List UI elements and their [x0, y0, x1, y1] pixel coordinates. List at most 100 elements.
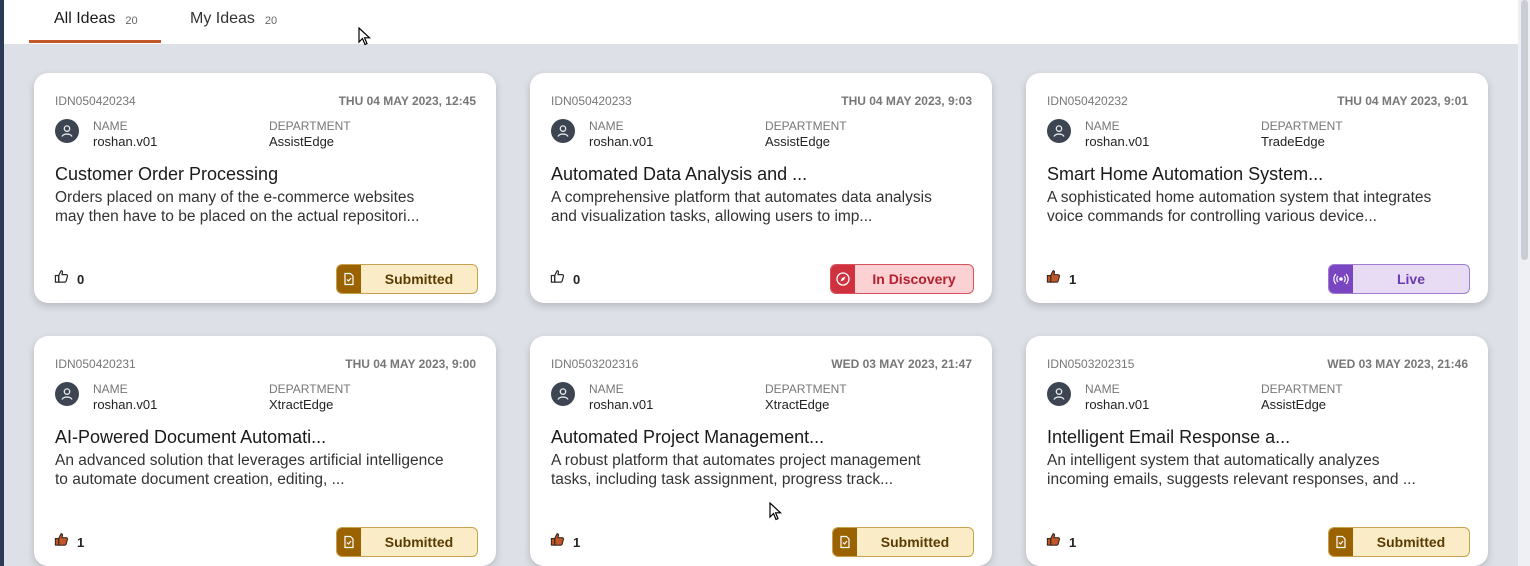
department-label: DEPARTMENT	[765, 119, 847, 133]
user-avatar-icon	[551, 382, 575, 406]
idea-id: IDN0503202316	[551, 357, 639, 371]
status-badge[interactable]: Submitted	[1328, 527, 1470, 557]
name-value: roshan.v01	[1085, 134, 1150, 149]
name-label: NAME	[93, 119, 128, 133]
status-label: Submitted	[384, 271, 454, 287]
description-line: An intelligent system that automatically…	[1047, 452, 1380, 469]
idea-id: IDN050420231	[55, 357, 136, 371]
name-label: NAME	[1085, 119, 1120, 133]
status-icon	[1329, 265, 1353, 293]
idea-title: Automated Project Management...	[551, 427, 825, 447]
idea-id: IDN0503202315	[1047, 357, 1135, 371]
idea-card[interactable]: IDN0503202315 WED 03 MAY 2023, 21:46 NAM…	[1026, 336, 1488, 566]
thumbs-up-icon	[550, 269, 565, 289]
department-value: TradeEdge	[1261, 134, 1325, 149]
ideas-grid: IDN050420234 THU 04 MAY 2023, 12:45 NAME…	[4, 44, 1518, 566]
department-label: DEPARTMENT	[269, 119, 351, 133]
idea-id: IDN050420233	[551, 94, 632, 108]
name-value: roshan.v01	[93, 397, 158, 412]
status-badge[interactable]: Live	[1328, 264, 1470, 294]
idea-title: Automated Data Analysis and ...	[551, 164, 808, 184]
status-badge[interactable]: Submitted	[336, 264, 478, 294]
tab-my-ideas[interactable]: My Ideas 20	[190, 10, 277, 43]
department-label: DEPARTMENT	[1261, 382, 1343, 396]
idea-card[interactable]: IDN050420234 THU 04 MAY 2023, 12:45 NAME…	[34, 73, 496, 303]
department-label: DEPARTMENT	[269, 382, 351, 396]
status-label: Live	[1396, 271, 1425, 287]
like-button[interactable]: 0	[550, 269, 580, 289]
like-button[interactable]: 1	[1046, 532, 1076, 552]
tab-count: 20	[125, 15, 138, 27]
mouse-cursor-icon	[769, 502, 783, 521]
like-count: 0	[573, 271, 581, 287]
like-count: 0	[77, 271, 85, 287]
description-line: incoming emails, suggests relevant respo…	[1047, 471, 1416, 488]
scrollbar-thumb[interactable]	[1521, 0, 1528, 260]
tab-label: All Ideas	[54, 10, 116, 27]
like-count: 1	[1069, 534, 1077, 550]
idea-card[interactable]: IDN0503202316 WED 03 MAY 2023, 21:47 NAM…	[530, 336, 992, 566]
status-icon	[831, 265, 855, 293]
idea-description: Orders placed on many of the e-commerce …	[55, 188, 475, 226]
status-label: In Discovery	[872, 271, 956, 287]
user-avatar-icon	[1047, 119, 1071, 143]
idea-description: An advanced solution that leverages arti…	[55, 451, 475, 489]
status-badge[interactable]: In Discovery	[830, 264, 974, 294]
department-value: AssistEdge	[269, 134, 335, 149]
mouse-cursor-icon	[358, 27, 372, 46]
tab-bar: All Ideas 20 My Ideas 20	[4, 0, 1518, 44]
tab-all-ideas[interactable]: All Ideas 20	[54, 10, 138, 43]
department-value: XtractEdge	[269, 397, 334, 412]
description-line: and visualization tasks, allowing users …	[551, 208, 873, 225]
name-value: roshan.v01	[93, 134, 158, 149]
idea-title: AI-Powered Document Automati...	[55, 427, 327, 447]
tab-label: My Ideas	[190, 10, 255, 27]
like-button[interactable]: 1	[1046, 269, 1076, 289]
thumbs-up-icon	[54, 269, 69, 289]
description-line: to automate document creation, editing, …	[55, 471, 345, 488]
name-value: roshan.v01	[589, 397, 654, 412]
idea-card[interactable]: IDN050420231 THU 04 MAY 2023, 9:00 NAME …	[34, 336, 496, 566]
name-label: NAME	[1085, 382, 1120, 396]
description-line: An advanced solution that leverages arti…	[55, 452, 444, 469]
description-line: Orders placed on many of the e-commerce …	[55, 189, 415, 206]
department-value: AssistEdge	[1261, 397, 1327, 412]
thumbs-up-icon	[1046, 269, 1061, 289]
idea-id: IDN050420232	[1047, 94, 1128, 108]
name-label: NAME	[589, 382, 624, 396]
idea-date: WED 03 MAY 2023, 21:46	[1327, 357, 1468, 371]
thumbs-up-icon	[1046, 532, 1061, 552]
idea-description: An intelligent system that automatically…	[1047, 451, 1467, 489]
status-icon	[337, 265, 361, 293]
like-button[interactable]: 1	[54, 532, 84, 552]
status-badge[interactable]: Submitted	[336, 527, 478, 557]
like-button[interactable]: 0	[54, 269, 84, 289]
like-button[interactable]: 1	[550, 532, 580, 552]
description-line: may then have to be placed on the actual…	[55, 208, 420, 225]
user-avatar-icon	[551, 119, 575, 143]
idea-date: THU 04 MAY 2023, 12:45	[338, 94, 476, 108]
like-count: 1	[77, 534, 85, 550]
user-avatar-icon	[1047, 382, 1071, 406]
description-line: A comprehensive platform that automates …	[551, 189, 932, 206]
idea-date: THU 04 MAY 2023, 9:03	[841, 94, 972, 108]
idea-description: A sophisticated home automation system t…	[1047, 188, 1467, 226]
thumbs-up-icon	[54, 532, 69, 552]
department-value: XtractEdge	[765, 397, 830, 412]
name-value: roshan.v01	[1085, 397, 1150, 412]
idea-date: THU 04 MAY 2023, 9:00	[345, 357, 476, 371]
idea-card[interactable]: IDN050420232 THU 04 MAY 2023, 9:01 NAME …	[1026, 73, 1488, 303]
name-label: NAME	[589, 119, 624, 133]
department-label: DEPARTMENT	[765, 382, 847, 396]
status-badge[interactable]: Submitted	[832, 527, 974, 557]
idea-date: THU 04 MAY 2023, 9:01	[1337, 94, 1468, 108]
status-icon	[833, 528, 857, 556]
scrollbar[interactable]	[1518, 0, 1530, 566]
idea-title: Smart Home Automation System...	[1047, 164, 1324, 184]
idea-description: A robust platform that automates project…	[551, 451, 971, 489]
like-count: 1	[1069, 271, 1077, 287]
idea-id: IDN050420234	[55, 94, 136, 108]
thumbs-up-icon	[550, 532, 565, 552]
idea-card[interactable]: IDN050420233 THU 04 MAY 2023, 9:03 NAME …	[530, 73, 992, 303]
name-label: NAME	[93, 382, 128, 396]
